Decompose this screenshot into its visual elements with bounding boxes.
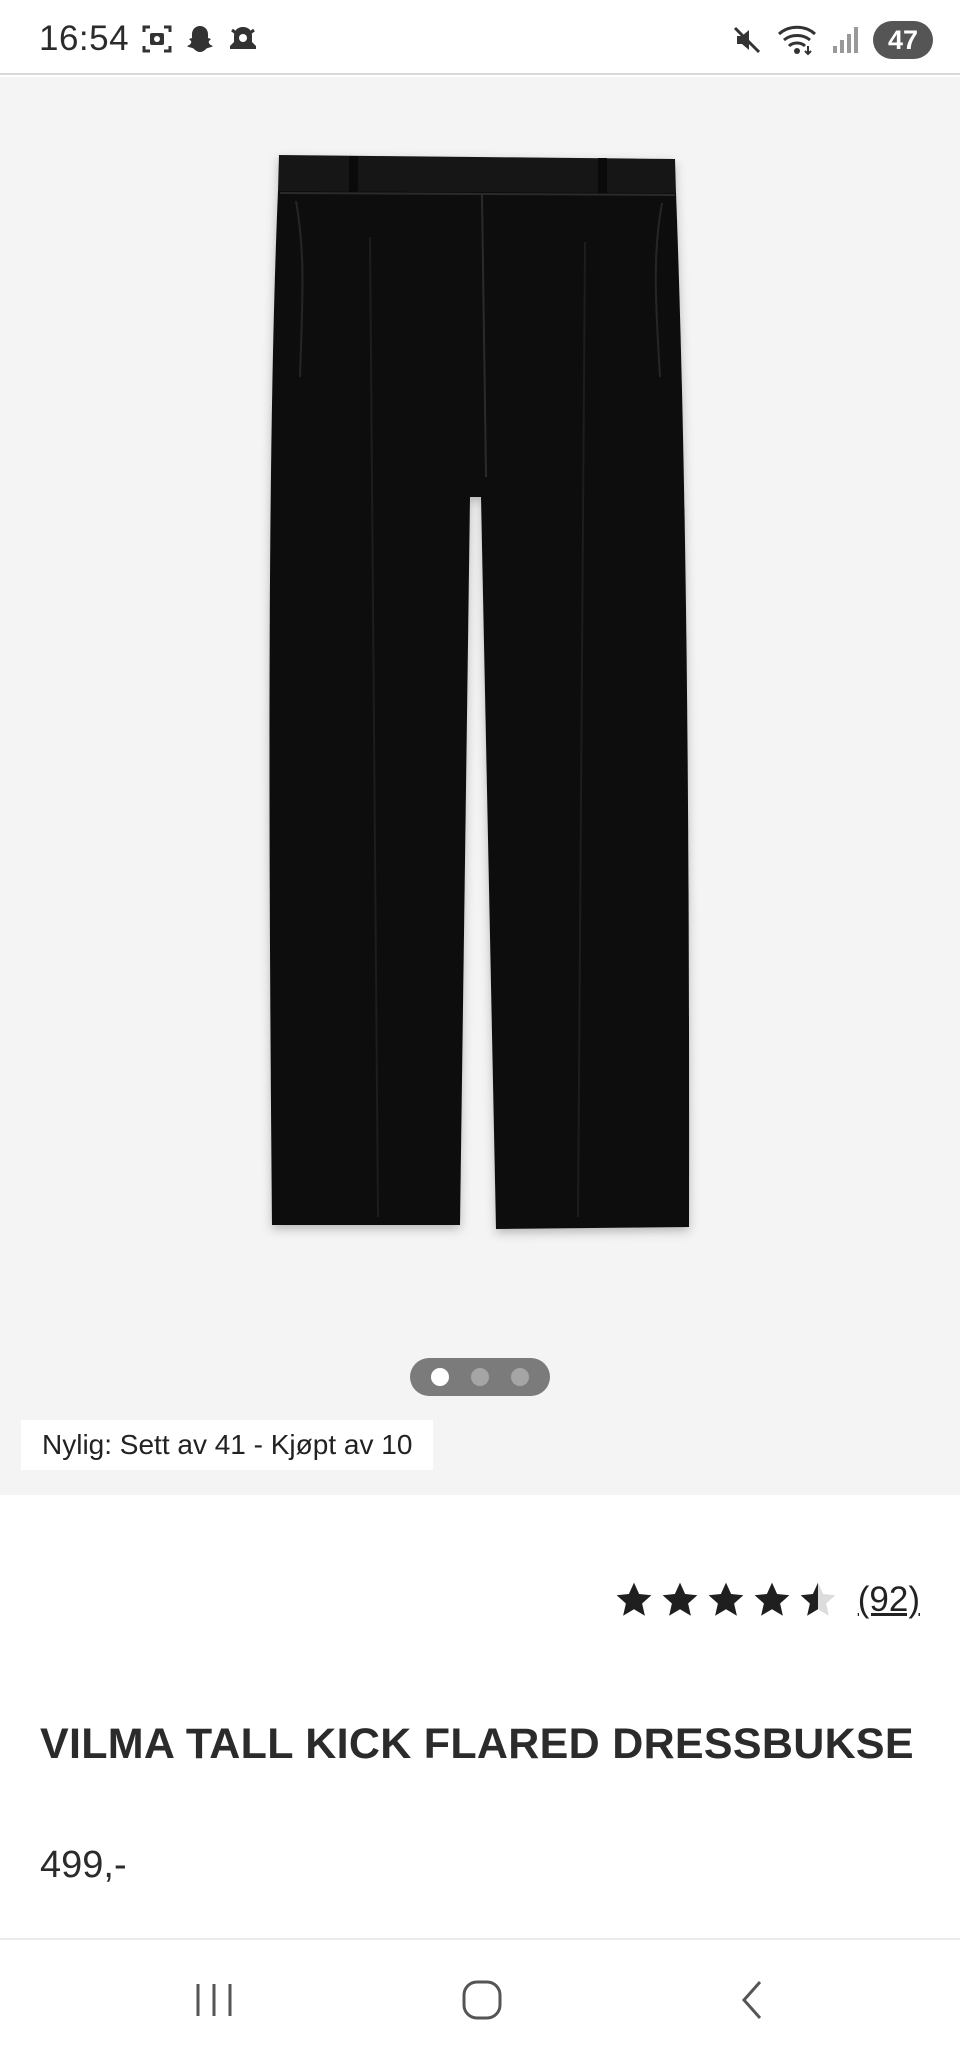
notification-icon xyxy=(230,27,256,49)
home-button[interactable] xyxy=(442,1970,522,2030)
mute-icon xyxy=(733,26,761,54)
status-left-icons xyxy=(141,24,259,54)
star-icon xyxy=(754,1582,790,1616)
product-gallery[interactable]: Nylig: Sett av 41 - Kjøpt av 10 xyxy=(0,77,960,1495)
status-time: 16:54 xyxy=(39,19,130,58)
recent-activity-badge: Nylig: Sett av 41 - Kjøpt av 10 xyxy=(21,1420,434,1470)
product-image[interactable] xyxy=(0,77,960,1495)
status-bar: 16:54 47 xyxy=(0,0,960,75)
wifi-icon xyxy=(777,25,817,56)
signal-icon xyxy=(833,27,858,53)
image-pager[interactable] xyxy=(410,1358,550,1396)
navigation-bar xyxy=(0,1938,960,2059)
battery-indicator: 47 xyxy=(873,21,933,59)
rating-stars xyxy=(614,1581,838,1619)
product-title: VILMA TALL KICK FLARED DRESSBUKSE xyxy=(40,1720,914,1768)
star-icon xyxy=(662,1582,698,1616)
pager-dot-2[interactable] xyxy=(471,1368,489,1386)
pager-dot-3[interactable] xyxy=(511,1368,529,1386)
recent-apps-button[interactable] xyxy=(174,1970,254,2030)
home-icon xyxy=(462,1980,502,2020)
star-icon xyxy=(616,1582,652,1616)
pager-dot-1[interactable] xyxy=(431,1368,449,1386)
status-right-icons: 47 xyxy=(731,21,933,59)
product-price: 499,- xyxy=(40,1844,127,1886)
snapchat-icon xyxy=(187,26,213,52)
review-count-link[interactable]: (92) xyxy=(858,1580,920,1620)
product-rating[interactable]: (92) xyxy=(614,1580,920,1620)
back-button[interactable] xyxy=(712,1970,792,2030)
star-icon xyxy=(708,1582,744,1616)
half-star-icon xyxy=(800,1582,836,1616)
recent-apps-icon xyxy=(196,1984,232,2016)
screenshot-icon xyxy=(142,25,172,53)
back-icon xyxy=(741,1981,762,2019)
